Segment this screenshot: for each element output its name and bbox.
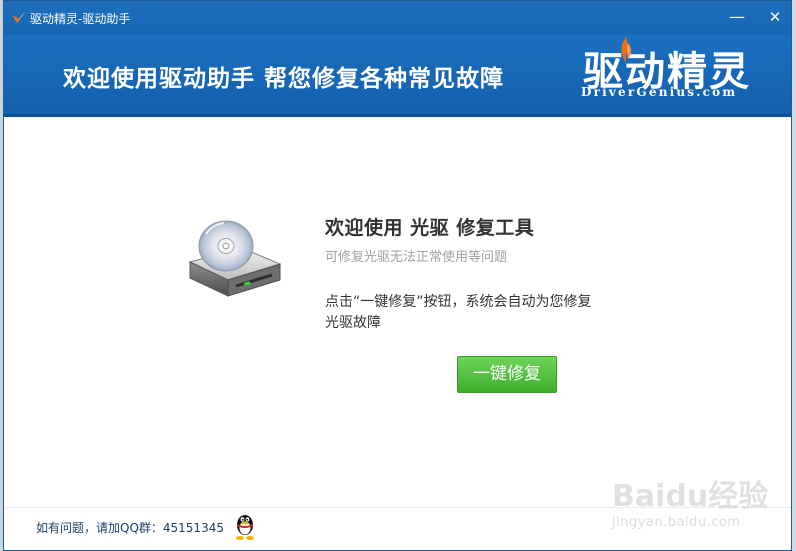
brand-flame-icon <box>621 37 631 63</box>
tool-subtitle: 可修复光驱无法正常使用等问题 <box>325 250 508 265</box>
banner-headline: 欢迎使用驱动助手 帮您修复各种常见故障 <box>63 66 505 92</box>
driver-assistant-window: 驱动精灵-驱动助手 — ✕ 欢迎使用驱动助手 帮您修复各种常见故障 驱动精灵 D… <box>3 0 792 551</box>
qq-group-help-text: 如有问题，请加QQ群：45151345 <box>36 521 224 535</box>
repair-instruction: 点击“一键修复”按钮，系统会自动为您修复光驱故障 <box>325 294 592 331</box>
baidu-jingyan-watermark: Baidu经验 jingyan.baidu.com <box>612 463 790 541</box>
title-bar[interactable]: 驱动精灵-驱动助手 — ✕ <box>4 1 791 35</box>
app-logo-icon <box>12 12 25 23</box>
tool-title: 欢迎使用 光驱 修复工具 <box>325 217 535 239</box>
window-title: 驱动精灵-驱动助手 <box>30 12 131 26</box>
minimize-button[interactable]: — <box>726 7 748 27</box>
qq-penguin-icon[interactable] <box>233 511 257 541</box>
close-button[interactable]: ✕ <box>764 7 786 27</box>
watermark-main-text: Baidu经验 <box>612 479 769 514</box>
one-click-repair-button[interactable]: 一键修复 <box>457 356 557 393</box>
desktop-background-right <box>792 0 796 551</box>
brand-logo: 驱动精灵 DriverGenius.com <box>577 37 757 107</box>
brand-name-cn: 驱动精灵 <box>583 49 751 95</box>
brand-name-en: DriverGenius.com <box>581 85 738 99</box>
header-banner: 欢迎使用驱动助手 帮您修复各种常见故障 驱动精灵 DriverGenius.co… <box>4 35 791 117</box>
watermark-sub-text: jingyan.baidu.com <box>612 515 741 530</box>
optical-drive-icon <box>188 220 282 297</box>
